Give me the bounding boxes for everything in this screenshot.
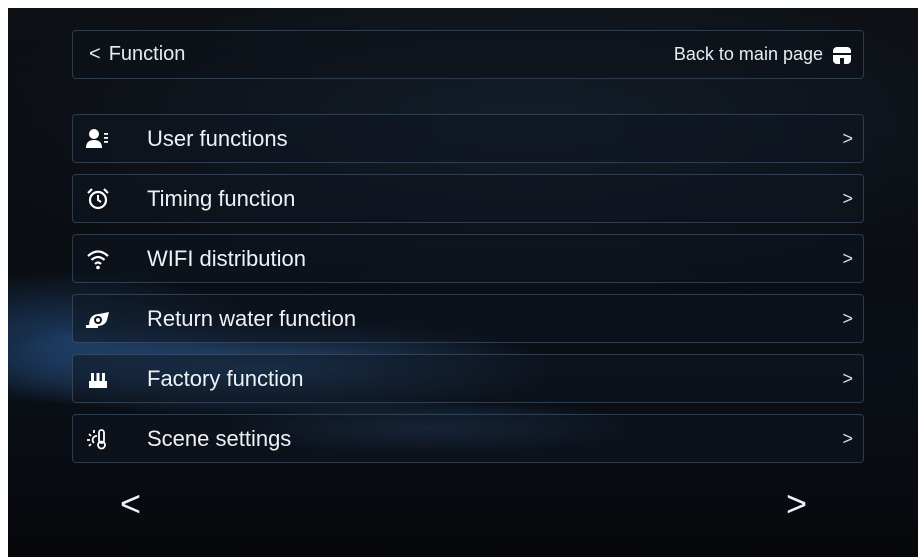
menu-item-factory-function[interactable]: Factory function > <box>72 354 864 403</box>
user-list-icon <box>85 126 111 152</box>
menu-item-scene-settings[interactable]: Scene settings > <box>72 414 864 463</box>
menu-item-label: Scene settings <box>147 425 292 451</box>
function-menu: User functions > Timing function > WIFI … <box>72 114 864 474</box>
menu-item-return-water-function[interactable]: Return water function > <box>72 294 864 343</box>
device-screen: < Function Back to main page User functi… <box>8 8 918 557</box>
wifi-icon <box>85 246 111 272</box>
chevron-right-icon: > <box>842 368 853 388</box>
menu-item-user-functions[interactable]: User functions > <box>72 114 864 163</box>
menu-item-label: Timing function <box>147 185 296 211</box>
back-button[interactable]: < Function <box>89 43 185 66</box>
page-header: < Function Back to main page <box>72 30 864 79</box>
previous-page-button[interactable]: < <box>120 486 141 522</box>
next-page-button[interactable]: > <box>786 486 807 522</box>
chevron-right-icon: > <box>842 248 853 268</box>
alarm-clock-icon <box>85 186 111 212</box>
water-pump-icon <box>85 306 111 332</box>
menu-item-label: Return water function <box>147 305 357 331</box>
home-icon <box>831 44 853 66</box>
back-to-main-button[interactable]: Back to main page <box>674 44 853 66</box>
thermometer-sun-icon <box>85 426 111 452</box>
chevron-right-icon: > <box>842 128 853 148</box>
menu-item-label: WIFI distribution <box>147 245 306 271</box>
factory-icon <box>85 366 111 392</box>
menu-item-label: Factory function <box>147 365 304 391</box>
page-title: Function <box>108 43 186 65</box>
menu-item-label: User functions <box>147 125 288 151</box>
menu-item-timing-function[interactable]: Timing function > <box>72 174 864 223</box>
menu-item-wifi-distribution[interactable]: WIFI distribution > <box>72 234 864 283</box>
chevron-right-icon: > <box>842 188 853 208</box>
chevron-left-icon: < <box>89 43 101 65</box>
chevron-right-icon: > <box>842 428 853 448</box>
chevron-right-icon: > <box>842 308 853 328</box>
back-to-main-label: Back to main page <box>673 44 823 64</box>
